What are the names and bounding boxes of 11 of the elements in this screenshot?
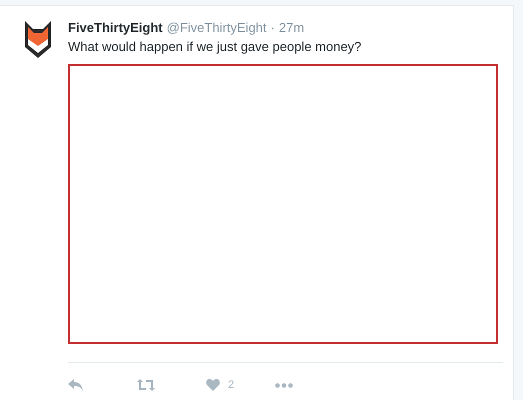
retweet-icon[interactable] xyxy=(137,379,155,391)
more-icon[interactable] xyxy=(275,382,293,388)
separator: · xyxy=(270,20,275,36)
account-name[interactable]: FiveThirtyEight xyxy=(68,20,163,36)
fox-logo-icon xyxy=(23,19,53,59)
like-icon[interactable] xyxy=(206,379,220,391)
tweet-text: What would happen if we just gave people money? xyxy=(68,38,362,55)
account-handle[interactable]: @FiveThirtyEight xyxy=(166,20,267,36)
reply-icon[interactable] xyxy=(68,379,83,391)
like-count: 2 xyxy=(228,379,234,391)
timestamp[interactable]: 27m xyxy=(278,20,304,36)
